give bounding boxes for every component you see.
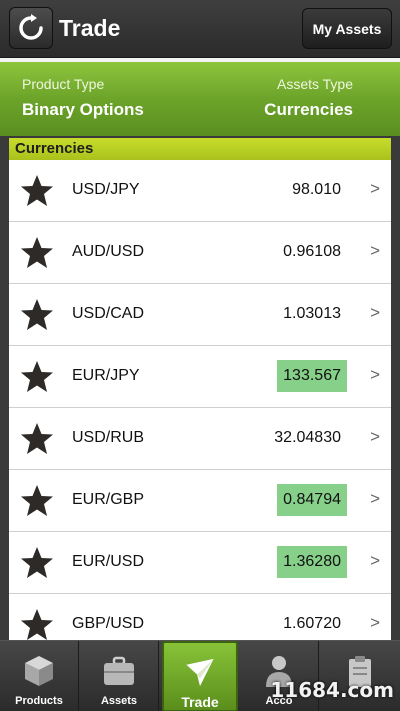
- favorite-star-icon[interactable]: [19, 607, 55, 640]
- favorite-star-icon[interactable]: [19, 173, 55, 209]
- price-value: 1.60720: [283, 615, 341, 632]
- list-item[interactable]: USD/CAD 1.03013 >: [9, 284, 391, 346]
- assets-type-selector[interactable]: Assets Type Currencies: [264, 76, 353, 120]
- refresh-icon: [19, 14, 43, 40]
- price-value: 1.36280: [277, 546, 347, 578]
- currency-pair: USD/JPY: [72, 181, 140, 198]
- top-bar: Trade My Assets: [0, 0, 400, 58]
- nav-label: Trade: [181, 694, 219, 710]
- chevron-right-icon: >: [370, 551, 380, 570]
- chevron-right-icon: >: [370, 241, 380, 260]
- product-type-label: Product Type: [22, 76, 105, 92]
- favorite-star-icon[interactable]: [19, 545, 55, 581]
- list-item[interactable]: EUR/JPY 133.567 >: [9, 346, 391, 408]
- refresh-button[interactable]: [9, 7, 53, 49]
- page-title: Trade: [59, 15, 121, 41]
- currency-pair: EUR/GBP: [72, 491, 145, 508]
- list-item[interactable]: AUD/USD 0.96108 >: [9, 222, 391, 284]
- price-value: 32.04830: [274, 429, 341, 446]
- favorite-star-icon[interactable]: [19, 359, 55, 395]
- price-value: 0.96108: [283, 243, 341, 260]
- chevron-right-icon: >: [370, 613, 380, 632]
- product-assets-selector: Product Type Binary Options Assets Type …: [0, 58, 400, 136]
- favorite-star-icon[interactable]: [19, 421, 55, 457]
- currency-pair: USD/CAD: [72, 305, 145, 322]
- price-value: 0.84794: [277, 484, 347, 516]
- assets-type-label: Assets Type: [276, 76, 353, 92]
- currency-pair: EUR/JPY: [72, 367, 140, 384]
- list-item[interactable]: USD/JPY 98.010 >: [9, 160, 391, 222]
- currency-pair: EUR/USD: [72, 553, 145, 570]
- nav-label: Assets: [100, 695, 138, 707]
- favorite-star-icon[interactable]: [19, 483, 55, 519]
- my-assets-button[interactable]: My Assets: [302, 8, 392, 49]
- product-type-selector[interactable]: Product Type Binary Options: [22, 76, 144, 120]
- chevron-right-icon: >: [370, 489, 380, 508]
- nav-trade[interactable]: Trade: [162, 641, 238, 711]
- currency-pair: USD/RUB: [72, 429, 145, 446]
- list-item[interactable]: USD/RUB 32.04830 >: [9, 408, 391, 470]
- chevron-right-icon: >: [370, 365, 380, 384]
- nav-products[interactable]: Products: [0, 641, 79, 711]
- nav-assets[interactable]: Assets: [80, 641, 159, 711]
- price-value: 133.567: [277, 360, 347, 392]
- price-value: 1.03013: [283, 305, 341, 322]
- currency-pair: AUD/USD: [72, 243, 145, 260]
- chevron-right-icon: >: [370, 427, 380, 446]
- currency-list: USD/JPY 98.010 > AUD/USD 0.96108 > USD/C…: [9, 160, 391, 640]
- list-item[interactable]: GBP/USD 1.60720 >: [9, 594, 391, 640]
- paper-plane-icon: [186, 658, 214, 687]
- list-item[interactable]: EUR/USD 1.36280 >: [9, 532, 391, 594]
- product-type-value: Binary Options: [22, 100, 144, 119]
- favorite-star-icon[interactable]: [19, 235, 55, 271]
- price-value: 98.010: [292, 181, 341, 198]
- assets-type-value: Currencies: [264, 100, 353, 119]
- chevron-right-icon: >: [370, 179, 380, 198]
- favorite-star-icon[interactable]: [19, 297, 55, 333]
- chevron-right-icon: >: [370, 303, 380, 322]
- briefcase-icon: [104, 656, 134, 685]
- watermark: 11684.com: [270, 678, 394, 702]
- cube-icon: [25, 656, 53, 686]
- list-item[interactable]: EUR/GBP 0.84794 >: [9, 470, 391, 532]
- currency-pair: GBP/USD: [72, 615, 145, 632]
- nav-label: Products: [15, 695, 63, 707]
- section-header: Currencies: [9, 138, 391, 160]
